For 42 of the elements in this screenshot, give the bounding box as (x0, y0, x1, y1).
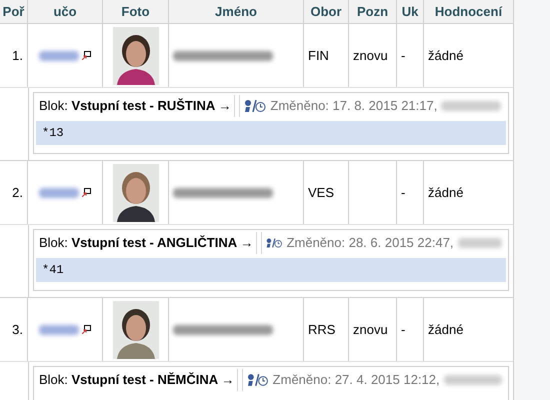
column-header: Foto (103, 0, 169, 23)
person-clock-icon (247, 373, 269, 387)
changed-text: Změněno: 27. 4. 2015 12:12, (272, 371, 440, 390)
field-of-study: FIN (308, 46, 329, 65)
redacted-text (39, 50, 79, 60)
redacted-text (39, 324, 79, 334)
column-header: Obor (304, 0, 349, 23)
row-number: 3. (12, 320, 23, 339)
column-header: Hodnocení (424, 0, 514, 23)
row-number: 1. (12, 46, 23, 65)
changed-text: Změněno: 28. 6. 2015 22:47, (286, 234, 454, 252)
redacted-text (444, 375, 502, 385)
completion-text: - (401, 46, 406, 65)
redacted-text (441, 101, 502, 111)
evaluation-text: žádné (428, 184, 464, 202)
field-of-study: RRS (308, 320, 336, 339)
column-header: Poř (0, 0, 28, 23)
field-of-study: VES (308, 184, 334, 202)
block-title: Blok: Vstupní test - NĚMČINA → (39, 371, 234, 390)
external-link-icon[interactable] (82, 325, 91, 334)
column-header: Jméno (169, 0, 304, 23)
block-title: Blok: Vstupní test - ANGLIČTINA → (39, 234, 254, 252)
person-clock-icon (266, 236, 283, 250)
note-text: znovu (353, 320, 388, 339)
evaluation-text: žádné (428, 320, 464, 339)
note-box: *41 (36, 258, 506, 282)
person-clock-icon (244, 99, 266, 113)
completion-text: - (401, 320, 406, 339)
external-link-icon[interactable] (82, 51, 91, 60)
block-title: Blok: Vstupní test - RUŠTINA → (39, 97, 232, 116)
evaluation-text: žádné (428, 46, 464, 65)
completion-text: - (401, 184, 406, 202)
column-header: Uk (397, 0, 424, 23)
column-header: učo (28, 0, 103, 23)
row-number: 2. (12, 184, 23, 202)
note-text: znovu (353, 46, 388, 65)
column-header: Pozn (349, 0, 397, 23)
note-box: *13 (36, 121, 506, 145)
changed-text: Změněno: 17. 8. 2015 21:17, (270, 97, 438, 116)
external-link-icon[interactable] (82, 188, 91, 197)
redacted-text (39, 188, 79, 198)
redacted-text (458, 238, 502, 248)
